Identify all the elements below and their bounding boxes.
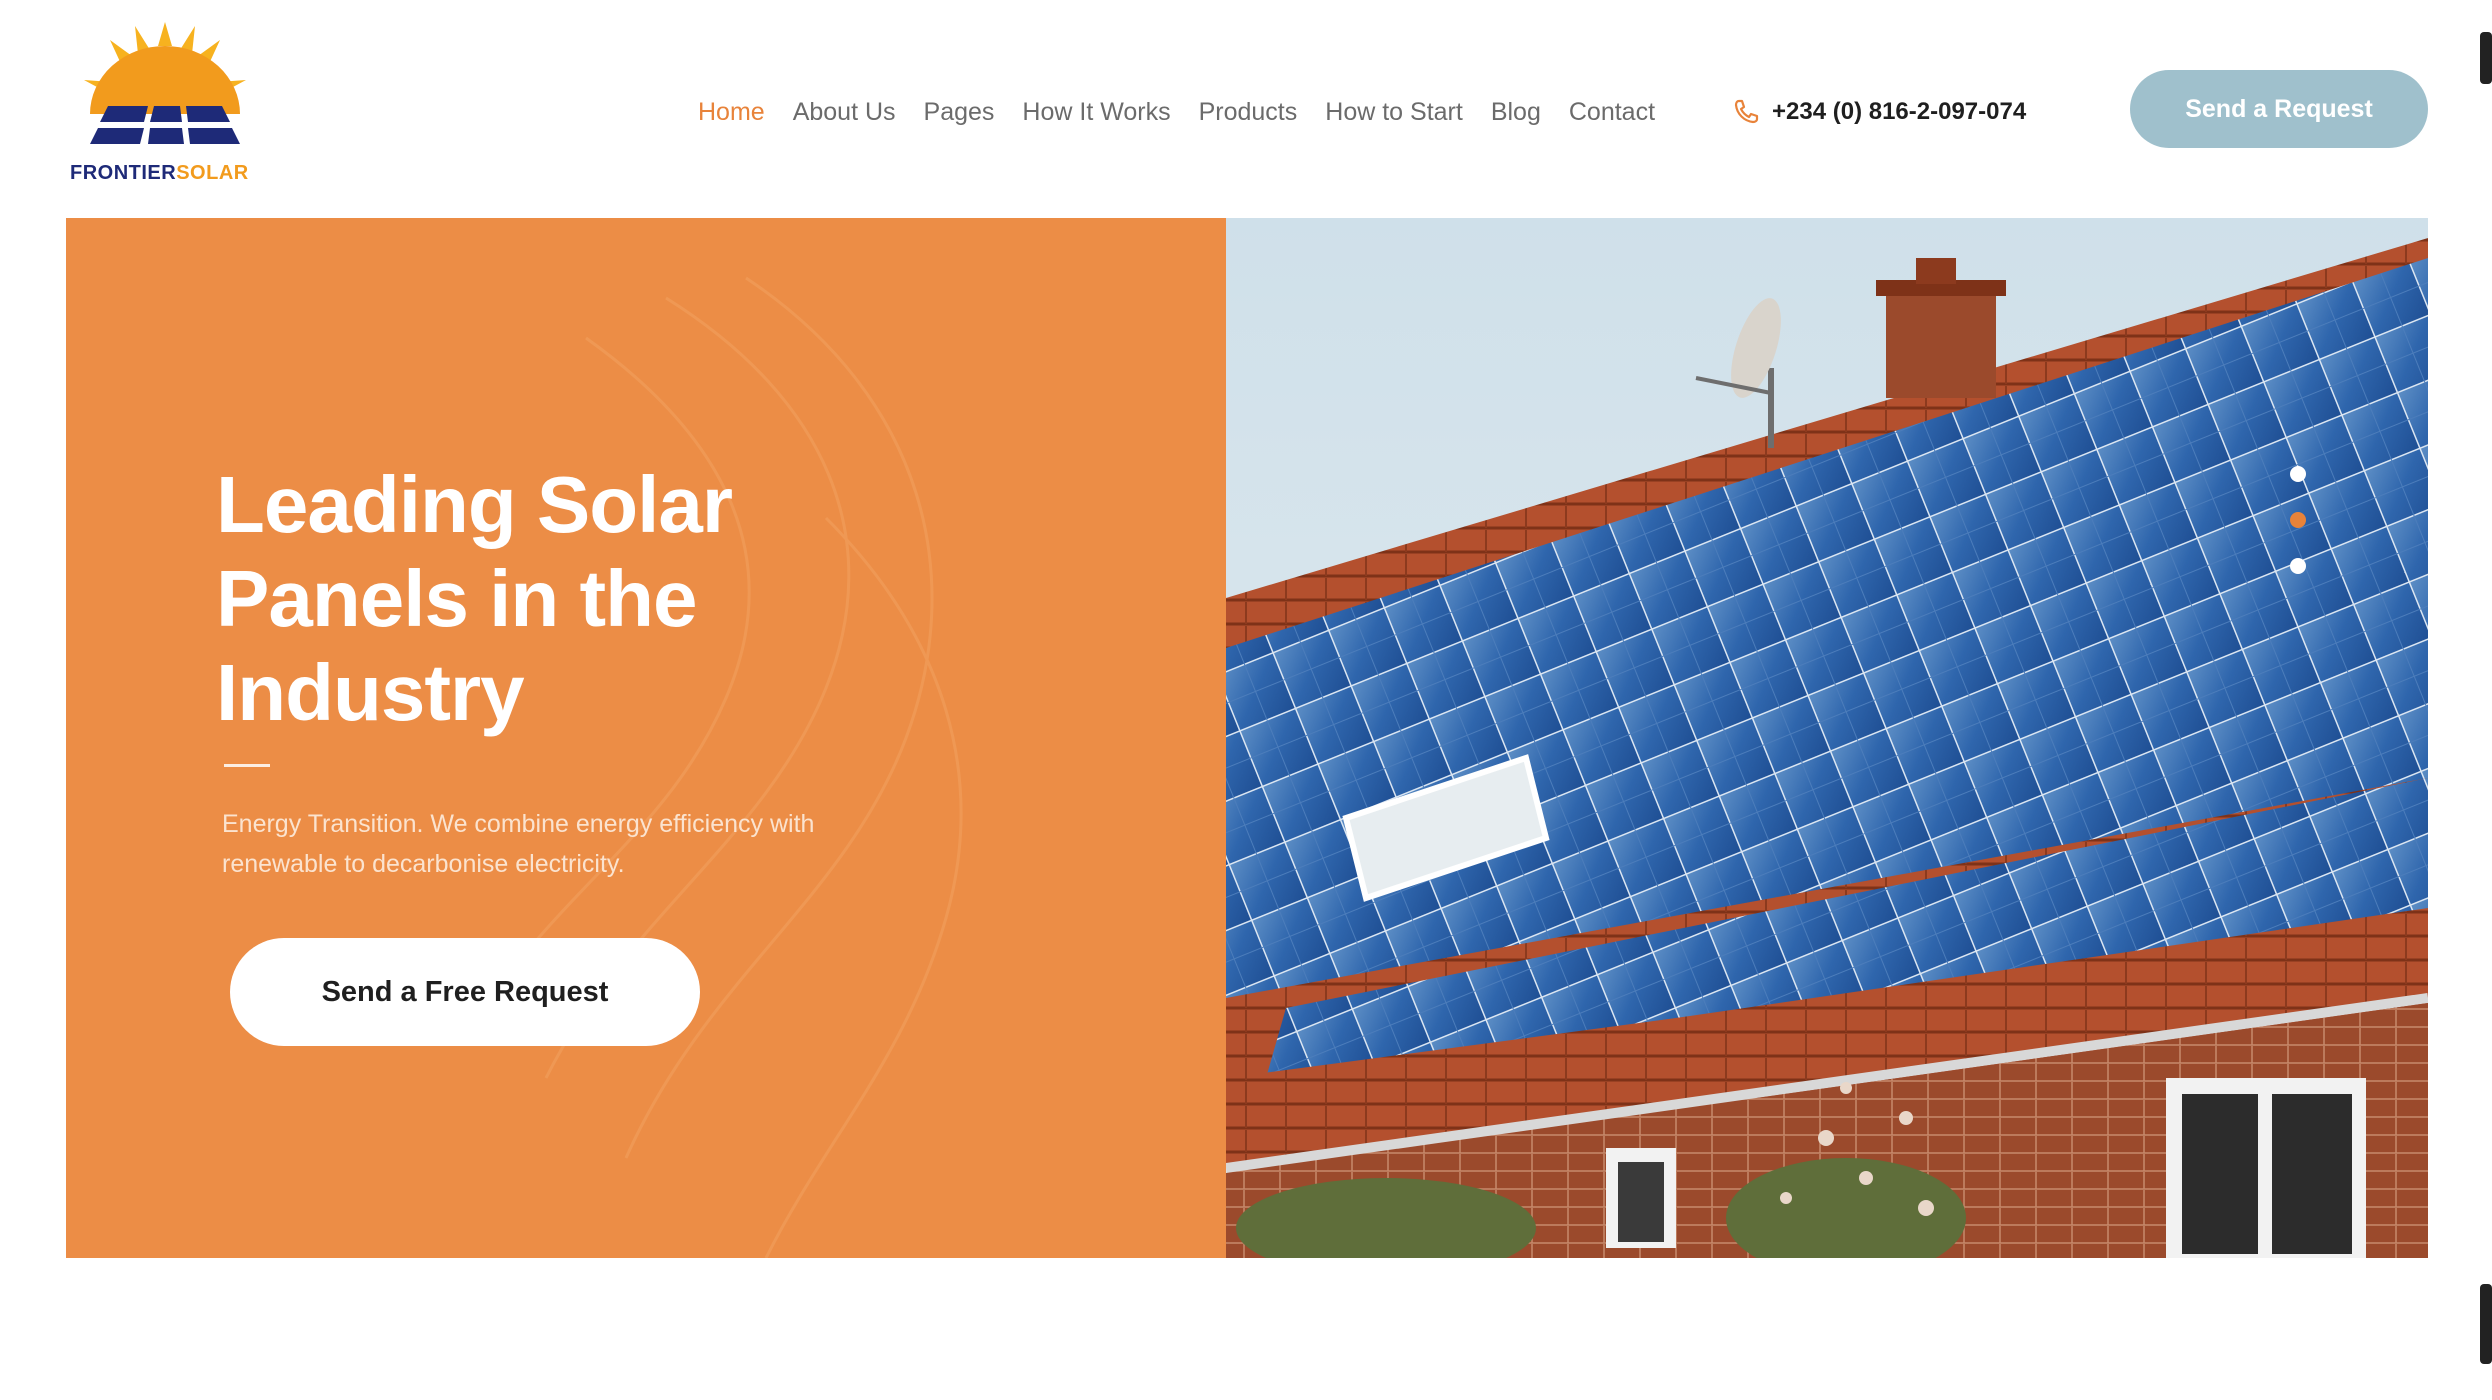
nav-item-blog[interactable]: Blog (1491, 98, 1541, 127)
nav-item-how-it-works[interactable]: How It Works (1022, 98, 1170, 127)
brand-wordmark: FRONTIERSOLAR (70, 162, 270, 185)
slider-dot-2[interactable] (2290, 512, 2306, 528)
rooftop-solar-panels-image (1226, 218, 2428, 1258)
phone-number: +234 (0) 816-2-097-074 (1772, 98, 2027, 125)
brand-name-part2: SOLAR (176, 162, 249, 184)
slider-dot-3[interactable] (2290, 558, 2306, 574)
hero-image (1226, 218, 2428, 1258)
page: FRONTIERSOLAR Home About Us Pages How It… (0, 0, 2492, 1400)
send-request-button[interactable]: Send a Request (2130, 70, 2428, 148)
brand-name-part1: FRONTIER (70, 162, 177, 184)
nav-item-products[interactable]: Products (1199, 98, 1298, 127)
phone-icon (1732, 98, 1760, 126)
nav-item-how-to-start[interactable]: How to Start (1325, 98, 1463, 127)
main-nav: Home About Us Pages How It Works Product… (698, 92, 1683, 132)
send-free-request-button[interactable]: Send a Free Request (230, 938, 700, 1046)
hero-section: Leading Solar Panels in the Industry Ene… (66, 218, 2428, 1258)
hero-subtitle: Energy Transition. We combine energy eff… (222, 810, 815, 878)
slider-dot-1[interactable] (2290, 466, 2306, 482)
nav-item-pages[interactable]: Pages (924, 98, 995, 127)
nav-item-contact[interactable]: Contact (1569, 98, 1655, 127)
hero-slider-dots (2290, 466, 2310, 604)
hero-headline: Leading Solar Panels in the Industry (216, 460, 733, 737)
headline-divider (224, 764, 270, 767)
header-phone[interactable]: +234 (0) 816-2-097-074 (1732, 92, 2026, 132)
brand-logo[interactable]: FRONTIERSOLAR (70, 22, 260, 192)
sun-panels-logo-icon (84, 22, 246, 144)
hero-text-panel: Leading Solar Panels in the Industry Ene… (66, 218, 1226, 1258)
window-edge-tab (2480, 32, 2492, 84)
window-edge-tab (2480, 1284, 2492, 1364)
nav-item-about-us[interactable]: About Us (793, 98, 896, 127)
nav-item-home[interactable]: Home (698, 98, 765, 127)
